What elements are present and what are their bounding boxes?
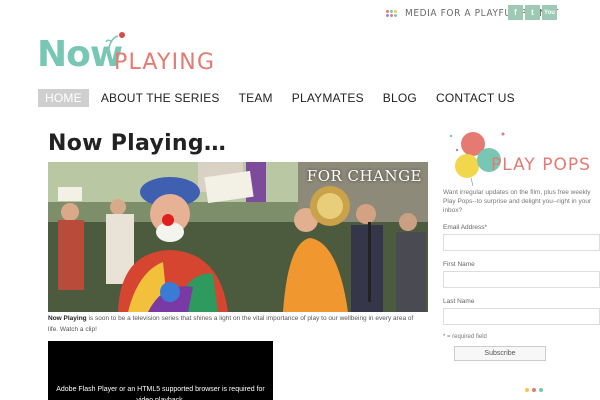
video-fallback-message: Adobe Flash Player or an HTML5 supported… xyxy=(56,386,265,400)
nav-blog[interactable]: BLOG xyxy=(376,89,424,107)
confetti-dots-icon xyxy=(386,9,400,17)
hero-image: FOR CHANGE xyxy=(48,162,428,312)
last-name-field[interactable] xyxy=(443,308,600,325)
play-pops-description: Want irregular updates on the film, plus… xyxy=(443,189,592,214)
intro-paragraph: Now Playing is soon to be a television s… xyxy=(48,313,418,335)
last-name-label: Last Name xyxy=(443,298,475,305)
hero-overlay-text: FOR CHANGE xyxy=(306,167,422,185)
subscribe-button[interactable]: Subscribe xyxy=(454,346,546,361)
required-note: * = required field xyxy=(443,334,487,340)
main-nav: HOME ABOUT THE SERIES TEAM PLAYMATES BLO… xyxy=(38,89,527,107)
nav-playmates[interactable]: PLAYMATES xyxy=(285,89,371,107)
nav-about-the-series[interactable]: ABOUT THE SERIES xyxy=(94,89,227,107)
sidebar: PLAY POPS Want irregular updates on the … xyxy=(443,128,600,361)
play-pops-logo: PLAY POPS xyxy=(443,128,600,188)
site-logo[interactable]: Now PLAYING xyxy=(37,32,214,82)
social-links: f t You xyxy=(508,5,557,20)
youtube-icon[interactable]: You xyxy=(542,5,557,20)
nav-contact-us[interactable]: CONTACT US xyxy=(429,89,522,107)
sprout-icon xyxy=(105,32,125,49)
page-title: Now Playing… xyxy=(48,131,227,156)
video-player[interactable]: Adobe Flash Player or an HTML5 supported… xyxy=(48,341,273,400)
email-label: Email Address* xyxy=(443,224,488,231)
first-name-field[interactable] xyxy=(443,271,600,288)
twitter-icon[interactable]: t xyxy=(525,5,540,20)
play-pops-title: PLAY POPS xyxy=(491,155,591,175)
first-name-label: First Name xyxy=(443,261,475,268)
email-field[interactable] xyxy=(443,234,600,251)
confetti-decoration-icon xyxy=(525,388,543,392)
nav-team[interactable]: TEAM xyxy=(232,89,280,107)
nav-home[interactable]: HOME xyxy=(38,89,89,107)
intro-bold: Now Playing xyxy=(48,315,87,322)
facebook-icon[interactable]: f xyxy=(508,5,523,20)
logo-playing-text: PLAYING xyxy=(114,50,216,75)
top-bar: MEDIA FOR A PLAYFUL PLANET f t You xyxy=(0,0,600,28)
intro-text: is soon to be a television series that s… xyxy=(48,315,414,333)
